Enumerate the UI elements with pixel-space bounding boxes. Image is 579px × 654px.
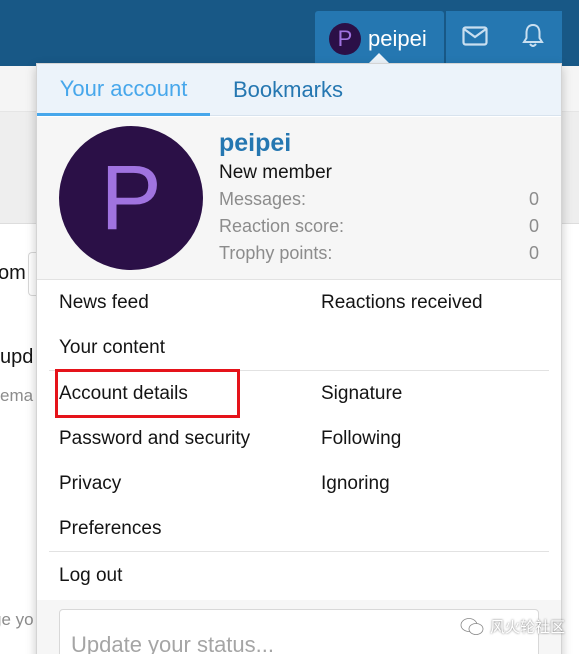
background-text-fragment: ema: [0, 386, 34, 405]
menu-divider: [49, 551, 549, 552]
link-privacy[interactable]: Privacy: [59, 473, 121, 495]
link-your-content[interactable]: Your content: [59, 337, 165, 359]
envelope-icon: [462, 26, 488, 51]
tab-bookmarks[interactable]: Bookmarks: [210, 64, 366, 116]
link-news-feed[interactable]: News feed: [59, 292, 149, 314]
bell-icon: [522, 23, 544, 54]
tab-your-account[interactable]: Your account: [37, 64, 210, 116]
link-signature[interactable]: Signature: [321, 383, 402, 405]
stat-label: Trophy points:: [219, 243, 333, 263]
link-ignoring[interactable]: Ignoring: [321, 473, 390, 495]
stat-row-messages: Messages: 0: [219, 189, 539, 210]
avatar: P: [329, 22, 361, 55]
account-dropdown-menu: Your account Bookmarks P peipei New memb…: [36, 63, 562, 654]
stat-row-reaction-score: Reaction score: 0: [219, 216, 539, 237]
background-text-fragment: ge yo: [0, 610, 34, 629]
link-preferences[interactable]: Preferences: [59, 518, 161, 540]
watermark: 风火轮社区: [460, 616, 565, 637]
profile-avatar[interactable]: P: [59, 126, 203, 270]
profile-summary: P peipei New member Messages: 0 Reaction…: [37, 117, 561, 280]
link-reactions-received[interactable]: Reactions received: [321, 292, 483, 314]
inbox-button[interactable]: [446, 11, 504, 66]
profile-username-link[interactable]: peipei: [219, 129, 291, 158]
watermark-text: 风火轮社区: [490, 619, 566, 636]
user-title: New member: [219, 162, 332, 183]
wechat-icon: [460, 617, 484, 637]
link-following[interactable]: Following: [321, 428, 401, 450]
stat-value: 0: [528, 216, 539, 236]
stat-value: 0: [528, 243, 539, 263]
stat-value: 0: [528, 189, 539, 209]
link-password-security[interactable]: Password and security: [59, 428, 250, 450]
stat-row-trophy-points: Trophy points: 0: [219, 243, 539, 264]
stat-label: Messages:: [219, 189, 307, 209]
alerts-button[interactable]: [504, 11, 562, 66]
background-text-fragment: l upd: [0, 346, 34, 368]
link-log-out[interactable]: Log out: [59, 565, 122, 587]
nav-username: peipei: [368, 25, 427, 51]
stat-label: Reaction score:: [219, 216, 345, 236]
menu-tabs: Your account Bookmarks: [37, 64, 561, 116]
background-text-fragment: om: [0, 262, 26, 284]
annotation-highlight-box: [55, 369, 240, 418]
